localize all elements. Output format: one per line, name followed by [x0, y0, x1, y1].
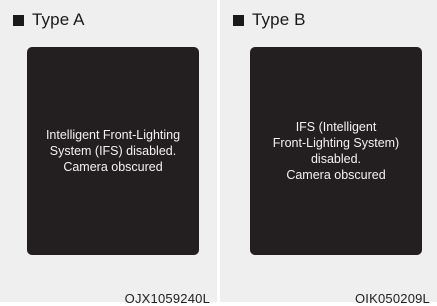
image-code-label: OJX1059240L: [124, 291, 210, 306]
ifs-warning-message: IFS (Intelligent Front-Lighting System) …: [272, 120, 400, 182]
type-a-panel: Type A Intelligent Front-Lighting System…: [0, 0, 217, 306]
type-b-label: Type B: [252, 10, 306, 29]
square-bullet-icon: [13, 14, 24, 26]
square-bullet-icon: [233, 14, 244, 26]
type-b-panel: Type B IFS (Intelligent Front-Lighting S…: [220, 0, 437, 306]
type-b-header: Type B: [233, 9, 306, 31]
cluster-display-type-b: IFS (Intelligent Front-Lighting System) …: [250, 47, 422, 255]
ifs-warning-message: Intelligent Front-Lighting System (IFS) …: [45, 128, 181, 174]
cluster-display-type-a: Intelligent Front-Lighting System (IFS) …: [27, 47, 199, 255]
type-a-label: Type A: [32, 10, 85, 29]
image-code-label: OIK050209L: [354, 291, 430, 306]
type-a-header: Type A: [13, 9, 85, 31]
